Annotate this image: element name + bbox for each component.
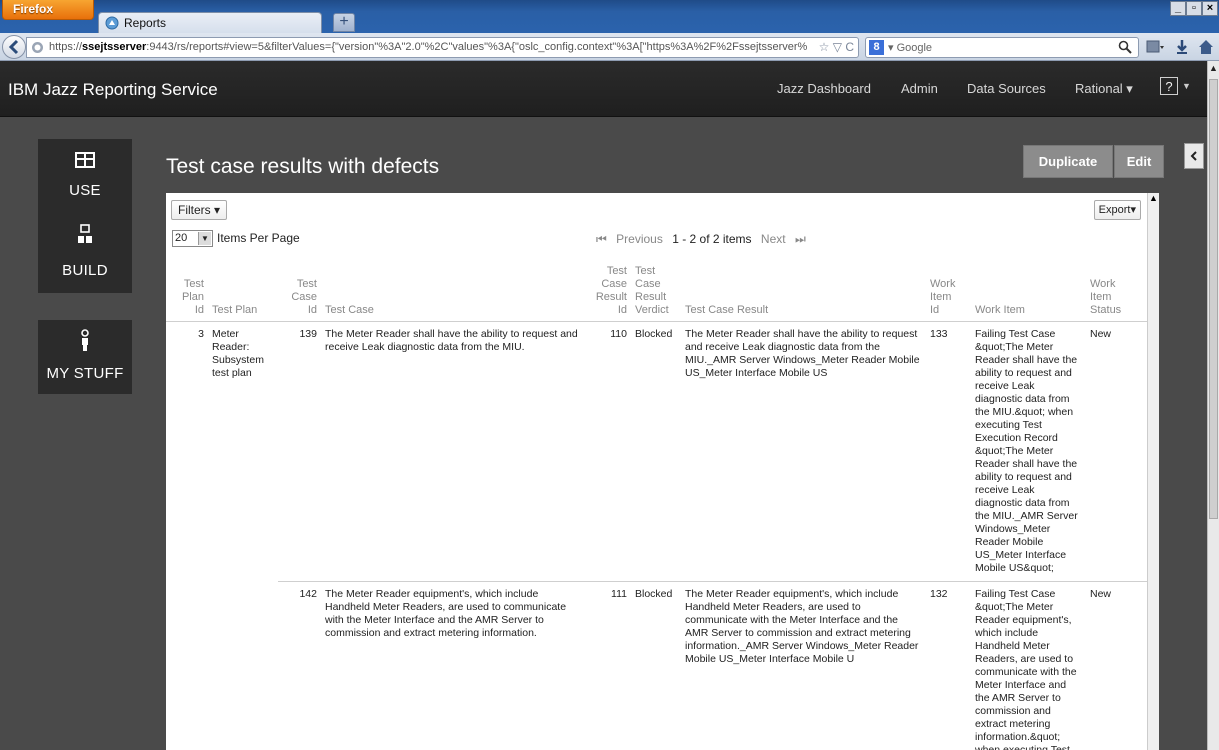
search-bar[interactable]: 8 ▾ Google: [865, 37, 1139, 58]
site-identity-icon: [32, 42, 43, 53]
pagination: ⏮ Previous 1 - 2 of 2 items Next ⏭: [596, 232, 812, 247]
first-page-icon[interactable]: ⏮: [596, 232, 607, 246]
col-header-case[interactable]: Test Case: [321, 265, 586, 322]
cell-result-id: 110: [610, 328, 627, 340]
cell-result-link[interactable]: The Meter Reader shall have the ability …: [681, 322, 926, 582]
duplicate-button[interactable]: Duplicate: [1023, 145, 1113, 178]
back-button[interactable]: [2, 35, 26, 59]
col-header-work-item[interactable]: Work Item: [971, 265, 1086, 322]
hierarchy-icon: [78, 224, 92, 243]
cell-case-link[interactable]: The Meter Reader equipment's, which incl…: [321, 581, 586, 750]
cell-plan-id: 3: [198, 328, 204, 340]
items-per-page-label: Items Per Page: [217, 231, 300, 245]
firefox-menu-button[interactable]: Firefox: [2, 0, 94, 20]
google-search-engine-icon[interactable]: 8: [869, 40, 884, 55]
cell-work-item-link[interactable]: Failing Test Case &quot;The Meter Reader…: [971, 322, 1086, 582]
nav-data-sources[interactable]: Data Sources: [967, 81, 1046, 96]
app-title: IBM Jazz Reporting Service: [8, 80, 218, 99]
cell-plan: Meter Reader: Subsystem test plan: [212, 328, 264, 379]
export-dropdown[interactable]: Export▾: [1093, 200, 1141, 220]
page-title: Test case results with defects: [166, 155, 440, 178]
col-header-result[interactable]: Test Case Result: [681, 265, 926, 322]
cell-work-item-id: 133: [930, 328, 948, 340]
results-table: Test Plan Id Test Plan Test Case Id Test Cas…: [166, 265, 1147, 750]
cell-case-id: 142: [278, 581, 321, 750]
col-header-result-id[interactable]: Test Case Result Id: [586, 265, 631, 322]
report-panel: Filters ▾ Export▾ 20 ▼ Items Per Page ⏮ …: [166, 193, 1147, 750]
collapse-panel-button[interactable]: [1184, 143, 1204, 169]
col-header-work-item-id[interactable]: Work Item Id: [926, 265, 971, 322]
window-scrollbar[interactable]: ▲: [1207, 61, 1219, 750]
url-bar[interactable]: https://ssejtsserver:9443/rs/reports#vie…: [26, 37, 859, 58]
help-button[interactable]: ?: [1160, 77, 1178, 95]
reports-favicon-icon: [105, 16, 119, 30]
col-header-plan-id[interactable]: Test Plan Id: [166, 265, 208, 322]
nav-admin[interactable]: Admin: [901, 81, 938, 96]
cell-plan-id: [166, 582, 208, 750]
home-icon[interactable]: [1196, 38, 1216, 56]
filters-dropdown[interactable]: Filters ▾: [171, 200, 228, 220]
panel-scroll-up-icon[interactable]: ▲: [1148, 193, 1159, 207]
cell-work-item-id: 132: [926, 581, 971, 750]
build-tile-label: BUILD: [62, 262, 108, 279]
previous-page-link[interactable]: Previous: [616, 232, 663, 246]
items-per-page-select[interactable]: 20 ▼: [172, 230, 213, 247]
url-bar-tools[interactable]: ☆ ▽ C: [819, 38, 854, 57]
table-row: 3 Meter Reader: Subsystem test plan 139 …: [166, 322, 1147, 582]
col-header-case-id[interactable]: Test Case Id: [278, 265, 321, 322]
cell-result-id: 111: [586, 581, 631, 750]
cell-verdict: Blocked: [631, 581, 681, 750]
use-tile[interactable]: USE: [38, 139, 132, 211]
table-header-row: Test Plan Id Test Plan Test Case Id Test Cas…: [166, 265, 1147, 322]
restore-button[interactable]: ▫: [1186, 1, 1202, 16]
col-header-plan[interactable]: Test Plan: [208, 265, 278, 322]
cell-result-link[interactable]: The Meter Reader equipment's, which incl…: [681, 581, 926, 750]
url-text: https://ssejtsserver:9443/rs/reports#vie…: [49, 41, 808, 53]
pagination-count: 1 - 2 of 2 items: [672, 232, 752, 246]
search-icon[interactable]: [1118, 40, 1132, 54]
cell-case-id: 139: [299, 328, 317, 340]
nav-jazz-dashboard[interactable]: Jazz Dashboard: [777, 81, 871, 96]
col-header-verdict[interactable]: Test Case Result Verdict: [631, 265, 681, 322]
panel-scrollbar[interactable]: ▲: [1147, 193, 1159, 750]
edit-button[interactable]: Edit: [1114, 145, 1164, 178]
items-per-page-value: 20: [175, 232, 188, 244]
col-header-work-item-status[interactable]: Work Item Status: [1086, 265, 1147, 322]
browser-navbar: https://ssejtsserver:9443/rs/reports#vie…: [0, 33, 1219, 61]
addon-bar-icon[interactable]: [1145, 38, 1165, 56]
table-row: 142 The Meter Reader equipment's, which …: [166, 581, 1147, 750]
download-icon[interactable]: [1172, 38, 1192, 56]
scroll-up-arrow-icon[interactable]: ▲: [1208, 63, 1219, 73]
dropdown-arrow-icon: ▼: [198, 232, 211, 245]
browser-tab-reports[interactable]: Reports: [98, 12, 322, 33]
window-scroll-thumb[interactable]: [1209, 79, 1218, 519]
table-icon: [75, 152, 95, 168]
cell-case-link[interactable]: The Meter Reader shall have the ability …: [321, 322, 586, 582]
search-engine-label: ▾ Google: [888, 42, 933, 54]
new-tab-button[interactable]: +: [333, 13, 355, 32]
cell-work-item-link[interactable]: Failing Test Case &quot;The Meter Reader…: [971, 581, 1086, 750]
use-build-tile-group: USE BUILD: [38, 139, 132, 293]
cell-work-item-status: New: [1086, 581, 1147, 750]
cell-plan: [208, 582, 278, 750]
last-page-icon[interactable]: ⏭: [795, 232, 806, 246]
my-stuff-tile[interactable]: MY STUFF: [38, 320, 132, 394]
person-icon: [81, 329, 89, 351]
cell-work-item-status: New: [1090, 328, 1112, 340]
close-window-button[interactable]: ×: [1202, 1, 1218, 16]
browser-titlebar: Firefox Reports + _ ▫ ×: [0, 0, 1219, 33]
build-tile[interactable]: BUILD: [38, 219, 132, 289]
next-page-link[interactable]: Next: [761, 232, 786, 246]
chevron-left-icon: [1190, 151, 1197, 161]
minimize-button[interactable]: _: [1170, 1, 1186, 16]
my-stuff-tile-label: MY STUFF: [46, 365, 124, 382]
back-arrow-icon: [8, 39, 19, 55]
cell-verdict: Blocked: [635, 328, 673, 340]
app-header: IBM Jazz Reporting Service Jazz Dashboar…: [0, 61, 1219, 117]
nav-rational-menu[interactable]: Rational ▾: [1075, 81, 1133, 97]
use-tile-label: USE: [69, 182, 101, 199]
tab-label: Reports: [124, 16, 167, 30]
help-caret-icon[interactable]: ▼: [1182, 81, 1191, 91]
